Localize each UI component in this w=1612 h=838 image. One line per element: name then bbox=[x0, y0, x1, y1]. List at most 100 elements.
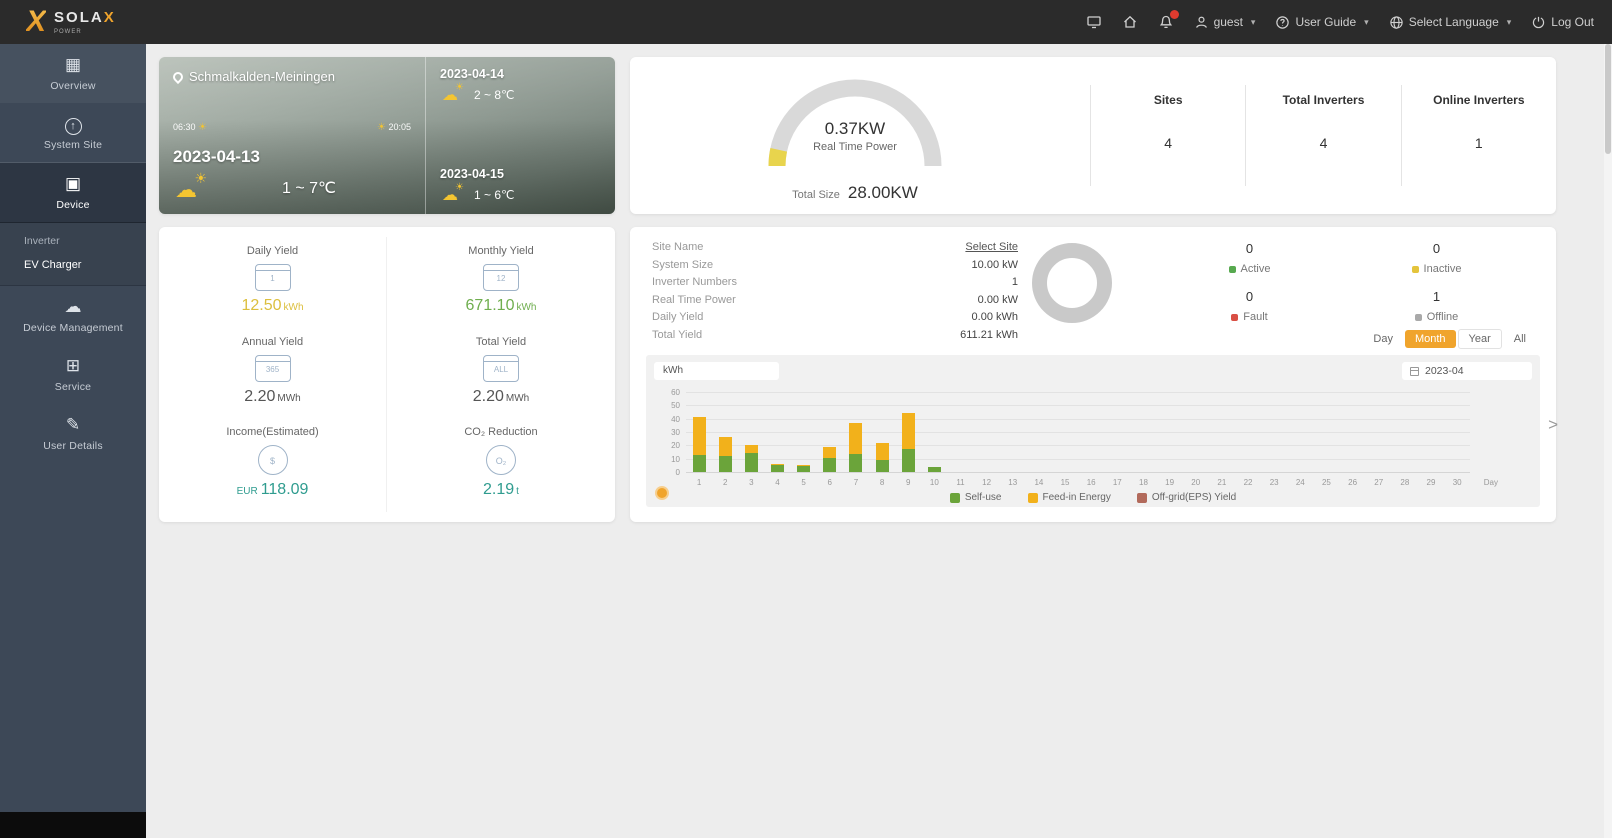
bar-slot bbox=[764, 393, 790, 472]
yield-item-total-yield: Total Yield ALL 2.20 MWh bbox=[387, 328, 615, 419]
tab-year[interactable]: Year bbox=[1457, 329, 1502, 349]
chart-xtick: 3 bbox=[749, 478, 754, 487]
stacked-bar[interactable] bbox=[744, 445, 758, 472]
chart-help-icon[interactable] bbox=[655, 486, 669, 500]
bar-slot bbox=[1209, 393, 1235, 472]
sidebar-subitem-ev-charger[interactable]: EV Charger bbox=[0, 251, 146, 275]
site-row-label: Inverter Numbers bbox=[652, 276, 737, 288]
chart-xtick: 7 bbox=[853, 478, 859, 487]
scrollbar-thumb[interactable] bbox=[1605, 44, 1611, 154]
site-info-row: Inverter Numbers 1 bbox=[652, 274, 1018, 292]
real-time-power-label: Real Time Power bbox=[813, 141, 897, 153]
logo-subtitle: POWER bbox=[54, 29, 82, 35]
stacked-bar[interactable] bbox=[692, 417, 706, 472]
overview-icon: ▦ bbox=[64, 55, 82, 74]
logout-menu[interactable]: Log Out bbox=[1531, 15, 1594, 30]
bar-segment-self-use bbox=[927, 467, 941, 472]
tab-all[interactable]: All bbox=[1504, 330, 1536, 348]
bar-slot bbox=[1130, 393, 1156, 472]
logo-x-letter: X bbox=[103, 9, 116, 26]
solax-x-logo-icon: X bbox=[26, 5, 47, 38]
legend-off-grid-eps-yield: Off-grid(EPS) Yield bbox=[1136, 492, 1236, 503]
solax-cloud-app: X SOLAX POWER guest User Gu bbox=[0, 0, 1612, 838]
topbar: X SOLAX POWER guest User Gu bbox=[0, 0, 1612, 44]
logout-label: Log Out bbox=[1551, 15, 1594, 29]
stacked-bar[interactable] bbox=[718, 437, 732, 472]
chart-xtick: 21 bbox=[1217, 478, 1227, 487]
user-menu[interactable]: guest bbox=[1194, 15, 1256, 30]
tab-month[interactable]: Month bbox=[1404, 330, 1456, 348]
chart-date-picker[interactable]: 2023-04 bbox=[1402, 362, 1532, 380]
next-chevron-icon[interactable]: > bbox=[1548, 415, 1558, 435]
chart-date-value: 2023-04 bbox=[1425, 365, 1464, 377]
status-label: Offline bbox=[1343, 311, 1530, 323]
sidebar-item-service[interactable]: ⊞ Service bbox=[0, 345, 146, 404]
forecast-date: 2023-04-15 bbox=[440, 167, 504, 181]
sidebar-item-device[interactable]: ▣ Device bbox=[0, 162, 146, 223]
user-guide-menu[interactable]: User Guide bbox=[1275, 15, 1368, 30]
stacked-bar[interactable] bbox=[770, 464, 784, 472]
status-count: 0 bbox=[1432, 241, 1441, 256]
yield-value: 2.19 t bbox=[483, 481, 519, 499]
chart-xtick: 22 bbox=[1243, 478, 1253, 487]
yield-label: Total Yield bbox=[475, 335, 527, 348]
stat-online-inverters: Online Inverters 1 bbox=[1400, 85, 1556, 186]
stacked-bar[interactable] bbox=[823, 447, 837, 472]
yield-label: Annual Yield bbox=[241, 335, 304, 348]
forecast-day-1: 2023-04-14 ☀ ☁ 2 ~ 8℃ bbox=[440, 67, 601, 104]
chart-xtick: 16 bbox=[1086, 478, 1096, 487]
bar-slot bbox=[974, 393, 1000, 472]
bell-icon[interactable] bbox=[1158, 10, 1179, 30]
status-count: 0 bbox=[1245, 289, 1254, 304]
partly-cloudy-icon: ☀ ☁ bbox=[442, 182, 464, 204]
sidebar-item-overview[interactable]: ▦ Overview bbox=[0, 44, 146, 103]
yield-item-daily-yield: Daily Yield 1 12.50 kWh bbox=[159, 237, 387, 328]
chart-unit-select[interactable]: kWh bbox=[654, 362, 779, 380]
home-icon[interactable] bbox=[1122, 14, 1138, 30]
bar-segment-self-use bbox=[770, 465, 784, 472]
stacked-bar[interactable] bbox=[849, 422, 863, 472]
sidebar-item-device-management[interactable]: ☁ Device Management bbox=[0, 286, 146, 345]
bar-slot bbox=[1418, 393, 1444, 472]
bar-slot bbox=[1078, 393, 1104, 472]
stacked-bar[interactable] bbox=[927, 467, 941, 472]
daily-yield-icon: 1 bbox=[254, 264, 291, 291]
bar-slot bbox=[712, 393, 738, 472]
inverter-status-donut bbox=[1032, 243, 1112, 323]
weather-date: 2023-04-13 bbox=[173, 147, 260, 166]
chart-xtick: 1 bbox=[696, 478, 702, 487]
sidebar-item-system-site[interactable]: ↑ System Site bbox=[0, 103, 146, 162]
bar-slot bbox=[738, 393, 764, 472]
legend-swatch bbox=[949, 492, 960, 503]
screen-icon[interactable] bbox=[1086, 14, 1102, 30]
yield-value: 2.20 MWh bbox=[244, 387, 301, 405]
site-row-value: 0.00 kW bbox=[977, 293, 1018, 306]
chart-xtick: 11 bbox=[956, 478, 965, 487]
yield-chart-panel: kWh 2023-04 0 10 20 30 40 50 60 1 2 3 4 5 6 7 8 9 10 11 1… bbox=[646, 355, 1540, 507]
sidebar-subitem-inverter[interactable]: Inverter bbox=[0, 227, 146, 251]
page-scrollbar[interactable] bbox=[1604, 44, 1612, 838]
stacked-bar[interactable] bbox=[797, 465, 811, 472]
bar-slot bbox=[869, 393, 895, 472]
language-menu[interactable]: Select Language bbox=[1389, 15, 1512, 30]
status-dot bbox=[1411, 265, 1419, 273]
sidebar-item-label: Overview bbox=[50, 80, 96, 92]
chart-xtick: 8 bbox=[879, 478, 885, 487]
sidebar-item-label: System Site bbox=[43, 139, 103, 151]
user-details-icon: ✎ bbox=[65, 415, 81, 434]
select-site-link[interactable]: Select Site bbox=[965, 239, 1018, 257]
tab-day[interactable]: Day bbox=[1363, 330, 1403, 348]
status-label: Inactive bbox=[1343, 263, 1530, 275]
topbar-menu: guest User Guide Select Language Log Out bbox=[1086, 10, 1594, 30]
stacked-bar[interactable] bbox=[875, 442, 889, 472]
chart-xtick: 14 bbox=[1034, 478, 1044, 487]
chart-ytick: 50 bbox=[671, 401, 680, 411]
bar-slot bbox=[947, 393, 973, 472]
bar-segment-self-use bbox=[823, 458, 837, 472]
stacked-bar[interactable] bbox=[901, 413, 915, 472]
yield-label: CO₂ Reduction bbox=[464, 426, 538, 439]
chart-xtick: 28 bbox=[1400, 478, 1410, 487]
bar-slot bbox=[1026, 393, 1052, 472]
status-inactive: 0 Inactive bbox=[1343, 241, 1530, 289]
sidebar-item-user-details[interactable]: ✎ User Details bbox=[0, 404, 146, 463]
